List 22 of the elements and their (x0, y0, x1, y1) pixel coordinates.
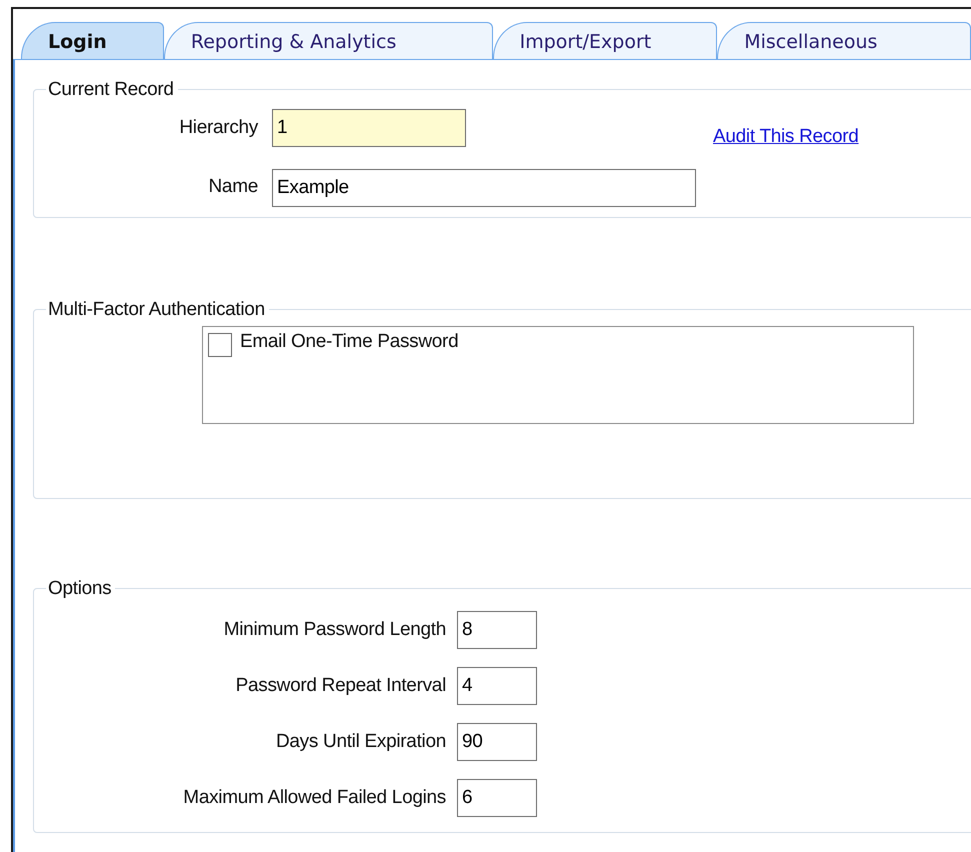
input-field[interactable]: 8 (457, 611, 537, 649)
input-field[interactable]: 4 (457, 667, 537, 705)
input-field[interactable]: 1 (272, 109, 466, 148)
input-field[interactable]: 90 (457, 723, 537, 761)
field-label: Name (208, 175, 258, 200)
tab[interactable]: Reporting & Analytics (164, 22, 493, 59)
field-label: Hierarchy (178, 116, 258, 140)
group-title: Current Record (47, 80, 175, 99)
group-title: Multi-Factor Authentication (47, 300, 266, 319)
input-field[interactable]: 6 (457, 779, 537, 817)
field-label: Minimum Password Length (222, 618, 446, 642)
checkbox-label: Email One-Time Password (240, 330, 458, 354)
tab[interactable]: Import/Export (492, 22, 718, 59)
field-label: Password Repeat Interval (234, 674, 446, 698)
field-label: Maximum Allowed Failed Logins (182, 786, 446, 810)
checkbox[interactable] (208, 333, 232, 357)
input-field[interactable]: Example (272, 168, 696, 206)
tab[interactable]: Login (21, 22, 164, 59)
audit-link[interactable]: Audit This Record (713, 123, 859, 152)
field-label: Days Until Expiration (274, 730, 446, 754)
tab[interactable]: Miscellaneous (717, 22, 971, 59)
group-title: Options (47, 579, 112, 598)
